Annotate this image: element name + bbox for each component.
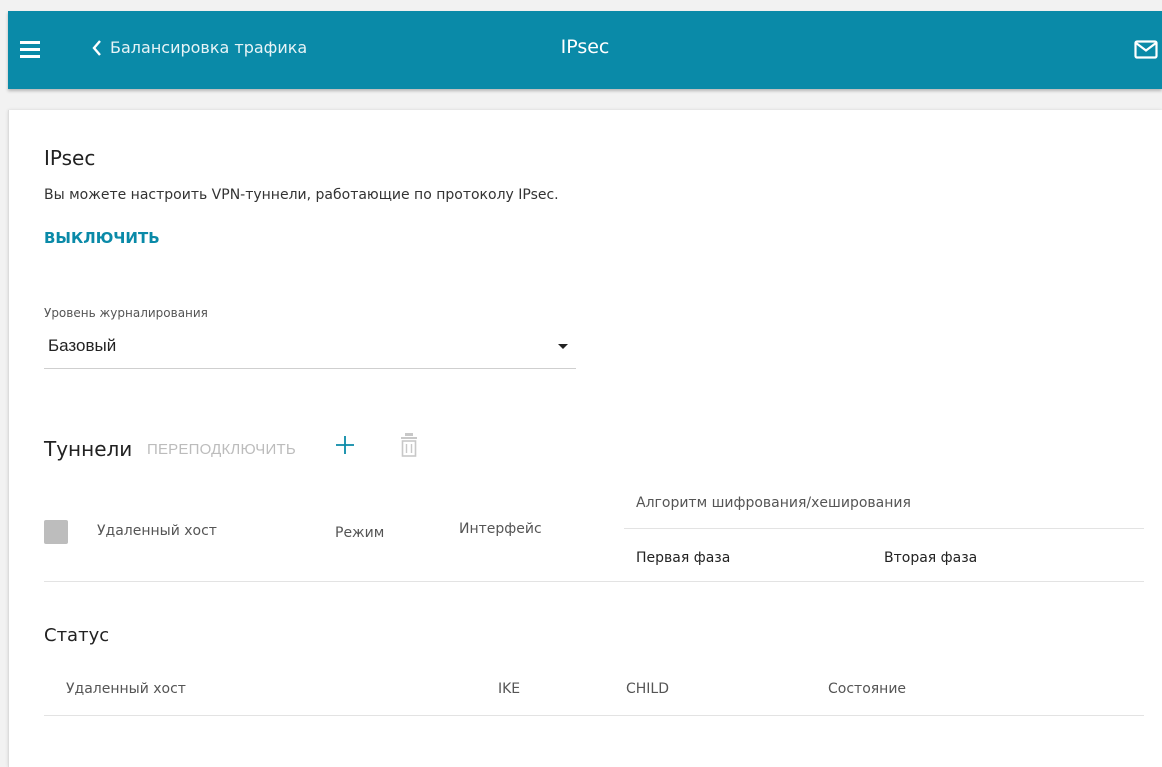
trash-icon	[401, 433, 417, 457]
status-divider	[44, 715, 1144, 716]
col-phase2: Вторая фаза	[884, 550, 978, 566]
col-mode: Режим	[335, 525, 385, 541]
status-col-child: CHILD	[626, 681, 670, 697]
mail-icon[interactable]	[1134, 40, 1158, 59]
tunnels-title: Туннели	[44, 437, 133, 461]
col-algorithm: Алгоритм шифрования/хеширования	[636, 495, 911, 511]
header-divider	[624, 528, 1144, 529]
section-title: IPsec	[44, 146, 96, 170]
table-divider	[44, 581, 1144, 582]
add-icon[interactable]	[335, 435, 355, 455]
content-card: IPsec Вы можете настроить VPN-туннели, р…	[8, 110, 1162, 767]
col-interface: Интерфейс	[459, 521, 542, 537]
status-title: Статус	[44, 625, 110, 646]
dropdown-arrow-icon	[558, 344, 568, 349]
status-col-remote-host: Удаленный хост	[66, 681, 186, 697]
select-all-checkbox[interactable]	[44, 520, 68, 544]
status-col-state: Состояние	[828, 681, 907, 697]
log-level-label: Уровень журналирования	[44, 306, 208, 320]
reconnect-button[interactable]: ПЕРЕПОДКЛЮЧИТЬ	[147, 441, 296, 458]
page-title: IPsec	[560, 36, 610, 58]
log-level-select[interactable]: Базовый	[44, 332, 576, 369]
disable-link[interactable]: ВЫКЛЮЧИТЬ	[44, 229, 160, 247]
section-description: Вы можете настроить VPN-туннели, работаю…	[44, 187, 559, 203]
col-phase1: Первая фаза	[636, 550, 731, 566]
col-remote-host: Удаленный хост	[97, 523, 217, 539]
status-col-ike: IKE	[498, 681, 521, 697]
top-app-bar: Балансировка трафика IPsec	[8, 11, 1162, 89]
card-border	[8, 110, 9, 767]
log-level-value: Базовый	[48, 336, 117, 355]
